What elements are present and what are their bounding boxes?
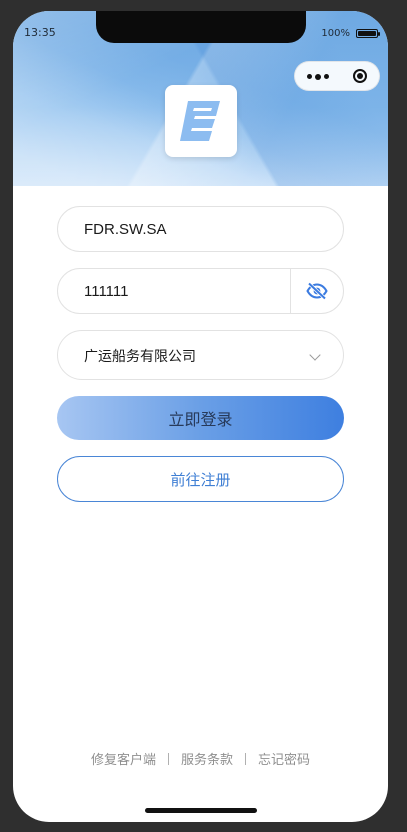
miniprogram-capsule [294, 61, 380, 91]
chevron-down-icon [309, 349, 321, 361]
eye-slash-icon [306, 282, 328, 300]
username-field[interactable] [57, 206, 344, 252]
app-logo [165, 85, 237, 157]
footer-links: 修复客户端 服务条款 忘记密码 [13, 749, 388, 768]
repair-client-link[interactable]: 修复客户端 [91, 753, 156, 768]
device-notch [96, 11, 306, 43]
close-miniprogram-icon[interactable] [353, 69, 367, 83]
footer-divider [245, 753, 246, 765]
password-visibility-toggle[interactable] [291, 269, 343, 313]
home-indicator [145, 808, 257, 813]
company-select[interactable]: 广运船务有限公司 [57, 330, 344, 380]
register-button[interactable]: 前往注册 [57, 456, 344, 502]
password-field[interactable] [57, 268, 344, 314]
status-battery-level: 100% [321, 28, 350, 39]
letter-e-logo-icon [180, 101, 220, 141]
username-input[interactable] [84, 207, 324, 251]
forgot-password-link[interactable]: 忘记密码 [258, 753, 310, 768]
terms-link[interactable]: 服务条款 [181, 753, 233, 768]
status-time: 13:35 [24, 26, 56, 39]
battery-icon [356, 29, 380, 38]
password-input[interactable] [84, 269, 274, 313]
login-button[interactable]: 立即登录 [57, 396, 344, 440]
phone-screen: 13:35 100% 广运船务有限公司 立即登录 前往注册 [13, 11, 388, 822]
footer-divider [167, 753, 169, 765]
more-menu-icon[interactable] [307, 73, 329, 80]
company-select-value: 广运船务有限公司 [84, 349, 196, 365]
